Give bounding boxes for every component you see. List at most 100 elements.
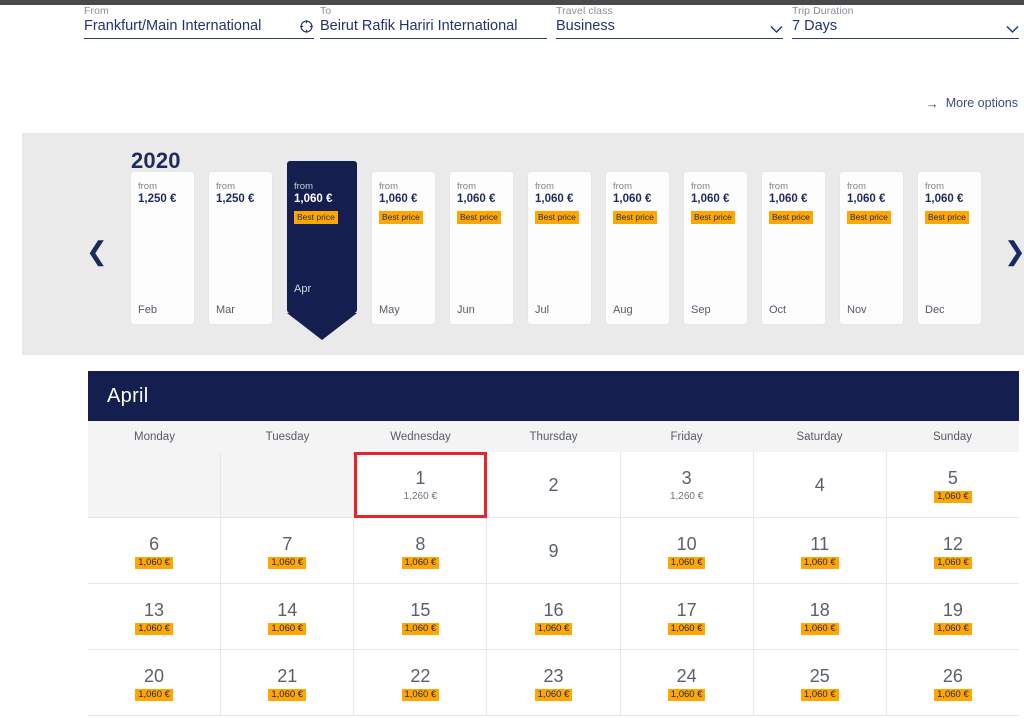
calendar-day-26[interactable]: 26 1,060 €	[886, 650, 1019, 716]
day-price-badge: 1,060 €	[534, 622, 573, 635]
month-card-sep[interactable]: from 1,060 € Best price Sep	[684, 172, 747, 324]
trip-duration-field[interactable]: Trip Duration 7 Days	[792, 5, 1019, 39]
calendar-day-25[interactable]: 25 1,060 €	[753, 650, 887, 716]
day-price-badge: 1,060 €	[268, 688, 307, 701]
calendar-day-17[interactable]: 17 1,060 €	[620, 584, 754, 650]
from-field[interactable]: From Frankfurt/Main International	[84, 5, 314, 39]
swap-locations-icon[interactable]	[299, 19, 314, 34]
more-options-label: More options	[945, 96, 1018, 110]
trip-duration-value[interactable]: 7 Days	[792, 18, 1000, 34]
calendar-day-3[interactable]: 3 1,260 €	[620, 452, 754, 518]
month-card-apr[interactable]: from 1,060 € Best price Apr	[287, 161, 357, 340]
calendar-weekday-header: Monday Tuesday Wednesday Thursday Friday Satu…	[88, 421, 1019, 452]
day-price-badge: 1,060 €	[401, 556, 440, 569]
month-card-oct[interactable]: from 1,060 € Best price Oct	[762, 172, 825, 324]
calendar-week-row: 6 1,060 € 7 1,060 € 8 1,060 € 9 10 1,060 € 11 1,06…	[88, 518, 1019, 584]
day-number: 25	[809, 665, 830, 686]
calendar-day-2[interactable]: 2	[487, 452, 621, 518]
day-number: 26	[942, 665, 963, 686]
month-card-dec[interactable]: from 1,060 € Best price Dec	[918, 172, 981, 324]
month-name: Sep	[691, 304, 711, 316]
calendar-day-21[interactable]: 21 1,060 €	[221, 650, 355, 716]
day-number: 3	[681, 467, 692, 488]
calendar-day-12[interactable]: 12 1,060 €	[886, 518, 1019, 584]
calendar-day-13[interactable]: 13 1,060 €	[88, 584, 222, 650]
month-from-label: from	[613, 181, 632, 192]
chevron-down-icon[interactable]	[770, 25, 783, 34]
carousel-prev-button[interactable]: ❮	[86, 238, 108, 264]
day-price-badge: 1,060 €	[667, 688, 706, 701]
calendar-day-9[interactable]: 9	[487, 518, 621, 584]
travel-class-field[interactable]: Travel class Business	[556, 5, 783, 39]
carousel-next-button[interactable]: ❯	[1004, 238, 1024, 264]
month-price: 1,060 €	[379, 193, 418, 205]
calendar-month-header: April	[88, 371, 1019, 421]
calendar-day-18[interactable]: 18 1,060 €	[753, 584, 887, 650]
calendar-day-6[interactable]: 6 1,060 €	[88, 518, 222, 584]
calendar-day-empty	[88, 452, 222, 518]
to-input[interactable]: Beirut Rafik Hariri International	[320, 18, 547, 34]
day-price-badge: 1,060 €	[667, 556, 706, 569]
calendar-day-1[interactable]: 1 1,260 €	[354, 452, 488, 518]
flight-search-form: From Frankfurt/Main International To Bei…	[0, 5, 1024, 50]
best-price-badge: Best price	[379, 211, 423, 224]
from-input[interactable]: Frankfurt/Main International	[84, 18, 293, 34]
day-price-badge: 1,060 €	[401, 622, 440, 635]
month-card-may[interactable]: from 1,060 € Best price May	[372, 172, 435, 324]
calendar-day-11[interactable]: 11 1,060 €	[753, 518, 887, 584]
month-from-label: from	[457, 181, 476, 192]
month-card-mar[interactable]: from 1,250 € Mar	[209, 172, 272, 324]
day-price-badge: 1,060 €	[135, 622, 173, 635]
day-price-badge: 1,060 €	[800, 556, 839, 569]
month-from-label: from	[847, 181, 866, 192]
month-card-jun[interactable]: from 1,060 € Best price Jun	[450, 172, 513, 324]
calendar-week-row: 13 1,060 € 14 1,060 € 15 1,060 € 16 1,060 € 17 1,…	[88, 584, 1019, 650]
month-from-label: from	[216, 181, 235, 192]
month-card-jul[interactable]: from 1,060 € Best price Jul	[528, 172, 591, 324]
calendar-day-22[interactable]: 22 1,060 €	[354, 650, 488, 716]
month-card-nov[interactable]: from 1,060 € Best price Nov	[840, 172, 903, 324]
calendar-day-7[interactable]: 7 1,060 €	[221, 518, 355, 584]
calendar-day-23[interactable]: 23 1,060 €	[487, 650, 621, 716]
month-from-label: from	[769, 181, 788, 192]
calendar-day-19[interactable]: 19 1,060 €	[886, 584, 1019, 650]
calendar-day-8[interactable]: 8 1,060 €	[354, 518, 488, 584]
chevron-down-icon[interactable]	[1006, 25, 1019, 34]
month-from-label: from	[925, 181, 944, 192]
month-name: Apr	[294, 283, 312, 295]
more-options-button[interactable]: → More options	[926, 96, 1018, 110]
day-price: 1,260 €	[403, 490, 438, 502]
best-price-badge: Best price	[925, 211, 969, 224]
calendar-day-16[interactable]: 16 1,060 €	[487, 584, 621, 650]
calendar-day-10[interactable]: 10 1,060 €	[620, 518, 754, 584]
month-card-aug[interactable]: from 1,060 € Best price Aug	[606, 172, 669, 324]
to-field[interactable]: To Beirut Rafik Hariri International	[320, 5, 547, 39]
day-number: 18	[809, 599, 830, 620]
best-price-badge: Best price	[457, 211, 501, 224]
weekday-header-wednesday: Wednesday	[390, 431, 451, 443]
weekday-header-saturday: Saturday	[796, 431, 843, 443]
trip-duration-label: Trip Duration	[792, 5, 854, 17]
from-label: From	[84, 5, 109, 17]
calendar-day-5[interactable]: 5 1,060 €	[886, 452, 1019, 518]
weekday-header-friday: Friday	[670, 431, 703, 443]
month-card-feb[interactable]: from 1,250 € Feb	[131, 172, 194, 324]
day-price-badge: 1,060 €	[268, 556, 307, 569]
calendar-weeks: 1 1,260 €2 3 1,260 €4 5 1,060 €6 1,060 €7 1,060…	[88, 452, 1019, 716]
calendar-day-20[interactable]: 20 1,060 €	[88, 650, 222, 716]
day-number: 12	[942, 533, 963, 554]
month-price: 1,060 €	[613, 193, 652, 205]
travel-class-value[interactable]: Business	[556, 18, 764, 34]
calendar-day-14[interactable]: 14 1,060 €	[221, 584, 355, 650]
month-name: Oct	[769, 304, 787, 316]
calendar-day-15[interactable]: 15 1,060 €	[354, 584, 488, 650]
day-number: 16	[543, 599, 564, 620]
day-number: 19	[942, 599, 963, 620]
calendar-day-4[interactable]: 4	[753, 452, 887, 518]
month-name: May	[379, 304, 400, 316]
calendar-day-24[interactable]: 24 1,060 €	[620, 650, 754, 716]
day-number: 13	[144, 599, 165, 620]
day-number: 21	[277, 665, 298, 686]
day-number: 22	[410, 665, 431, 686]
month-price: 1,060 €	[691, 193, 730, 205]
